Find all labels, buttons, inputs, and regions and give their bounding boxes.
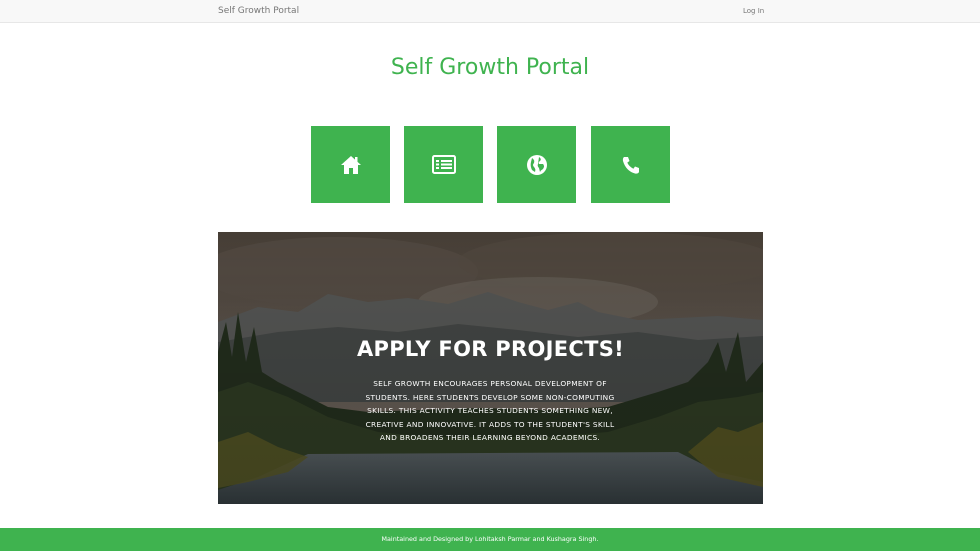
top-navbar: Self Growth Portal Log In [0, 0, 980, 23]
footer-credits: Maintained and Designed by Lohitaksh Par… [381, 535, 599, 543]
news-tile-button[interactable] [404, 126, 483, 203]
landscape-background-image [218, 232, 763, 504]
phone-icon [621, 155, 641, 175]
login-link[interactable]: Log In [743, 7, 764, 15]
footer: Maintained and Designed by Lohitaksh Par… [0, 528, 980, 551]
list-icon [431, 155, 456, 174]
hero-description: SELF GROWTH ENCOURAGES PERSONAL DEVELOPM… [365, 379, 615, 443]
home-icon [340, 155, 362, 175]
home-tile-button[interactable] [311, 126, 390, 203]
navbar-brand-link[interactable]: Self Growth Portal [218, 6, 299, 16]
hero-banner [218, 232, 763, 504]
globe-icon [526, 154, 548, 176]
hero-title: APPLY FOR PROJECTS! [356, 337, 625, 361]
page-title: Self Growth Portal [390, 55, 590, 80]
phone-tile-button[interactable] [591, 126, 670, 203]
globe-tile-button[interactable] [497, 126, 576, 203]
